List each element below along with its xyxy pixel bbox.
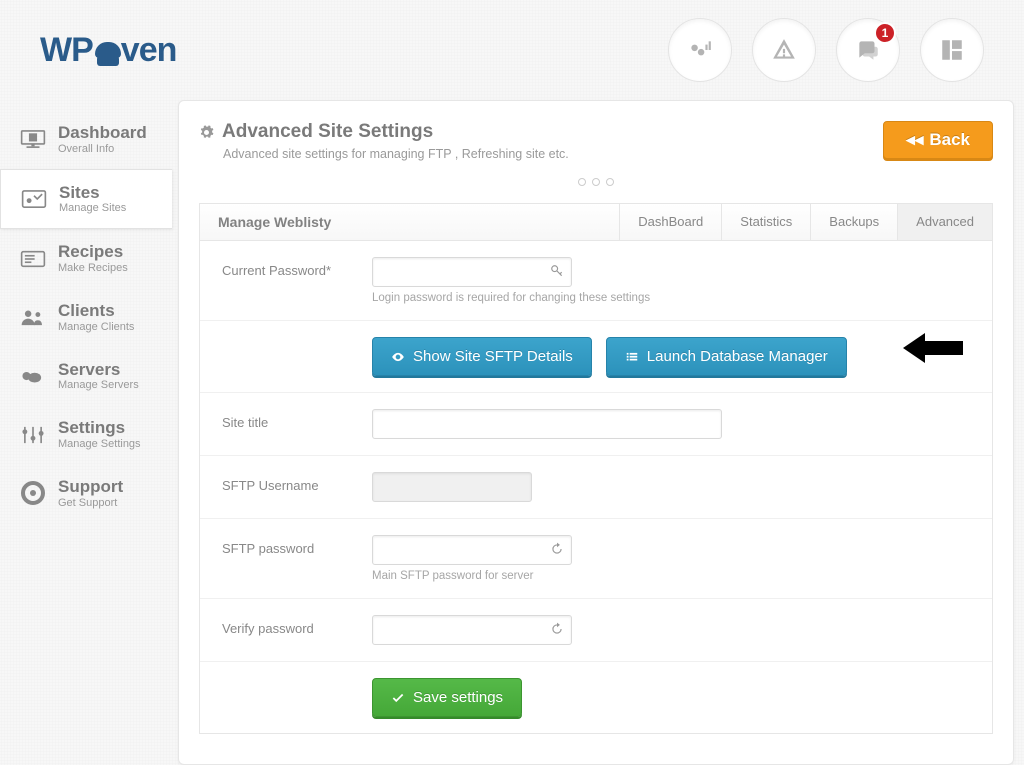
- sidebar-item-sub: Make Recipes: [58, 262, 128, 274]
- back-button[interactable]: ◂◂ Back: [883, 121, 993, 159]
- servers-icon: [20, 364, 46, 388]
- current-password-hint: Login password is required for changing …: [372, 292, 970, 304]
- header-icon-bar: 1: [668, 18, 984, 82]
- sftp-password-label: SFTP password: [222, 535, 372, 556]
- list-icon: [625, 350, 639, 364]
- sidebar-item-sub: Manage Sites: [59, 202, 126, 214]
- tab-advanced[interactable]: Advanced: [897, 204, 992, 240]
- sidebar-item-label: Dashboard: [58, 124, 147, 143]
- header-billing-icon[interactable]: [668, 18, 732, 82]
- sidebar-item-dashboard[interactable]: DashboardOverall Info: [0, 110, 172, 169]
- sidebar-item-label: Servers: [58, 361, 139, 380]
- back-button-label: Back: [929, 130, 970, 150]
- sidebar-item-servers[interactable]: ServersManage Servers: [0, 347, 172, 406]
- page-title: Advanced Site Settings: [222, 121, 433, 143]
- sidebar-item-label: Recipes: [58, 243, 128, 262]
- current-password-input[interactable]: [372, 257, 572, 287]
- chef-hat-icon: [93, 38, 125, 70]
- tab-backups[interactable]: Backups: [810, 204, 897, 240]
- sidebar-item-sites[interactable]: SitesManage Sites: [0, 169, 172, 230]
- header-alert-icon[interactable]: [752, 18, 816, 82]
- current-password-label: Current Password*: [222, 257, 372, 278]
- sidebar-item-label: Clients: [58, 302, 134, 321]
- page-dots: [199, 173, 993, 191]
- check-icon: [391, 691, 405, 705]
- refresh-icon: [550, 542, 564, 556]
- sftp-password-hint: Main SFTP password for server: [372, 570, 970, 582]
- annotation-arrow: [903, 333, 963, 363]
- save-settings-button[interactable]: Save settings: [372, 678, 522, 717]
- brand-logo[interactable]: WP ven: [40, 31, 176, 70]
- settings-form: Current Password* Login password is requ…: [199, 241, 993, 734]
- sidebar-item-label: Settings: [58, 419, 141, 438]
- verify-password-label: Verify password: [222, 615, 372, 636]
- sidebar-item-sub: Manage Clients: [58, 321, 134, 333]
- sidebar-item-support[interactable]: SupportGet Support: [0, 464, 172, 523]
- sidebar-item-sub: Manage Settings: [58, 438, 141, 450]
- sidebar-item-clients[interactable]: ClientsManage Clients: [0, 288, 172, 347]
- tab-statistics[interactable]: Statistics: [721, 204, 810, 240]
- tab-dashboard[interactable]: DashBoard: [619, 204, 721, 240]
- sftp-password-input[interactable]: [372, 535, 572, 565]
- logo-text-a: WP: [40, 31, 93, 70]
- launch-db-button[interactable]: Launch Database Manager: [606, 337, 847, 376]
- show-sftp-button[interactable]: Show Site SFTP Details: [372, 337, 592, 376]
- header-chat-icon[interactable]: 1: [836, 18, 900, 82]
- sidebar-item-sub: Overall Info: [58, 143, 147, 155]
- clients-icon: [20, 305, 46, 329]
- support-icon: [20, 481, 46, 505]
- site-title-input[interactable]: [372, 409, 722, 439]
- dashboard-icon: [20, 127, 46, 151]
- sftp-username-input: [372, 472, 532, 502]
- tabs-bar: Manage Weblisty DashBoard Statistics Bac…: [199, 203, 993, 241]
- logo-text-b: ven: [121, 31, 177, 70]
- notification-badge: 1: [874, 22, 896, 44]
- settings-icon: [20, 423, 46, 447]
- tab-context: Manage Weblisty: [200, 204, 619, 240]
- sites-icon: [21, 187, 47, 211]
- sidebar-item-settings[interactable]: SettingsManage Settings: [0, 405, 172, 464]
- recipes-icon: [20, 247, 46, 271]
- sidebar: DashboardOverall Info SitesManage Sites …: [0, 100, 172, 765]
- sidebar-item-sub: Manage Servers: [58, 379, 139, 391]
- launch-db-label: Launch Database Manager: [647, 348, 828, 365]
- key-icon: [550, 264, 564, 278]
- gear-icon: [199, 125, 214, 140]
- show-sftp-label: Show Site SFTP Details: [413, 348, 573, 365]
- header-grid-icon[interactable]: [920, 18, 984, 82]
- save-settings-label: Save settings: [413, 689, 503, 706]
- refresh-icon: [550, 622, 564, 636]
- sftp-username-label: SFTP Username: [222, 472, 372, 493]
- sidebar-item-sub: Get Support: [58, 497, 123, 509]
- main-panel: Advanced Site Settings Advanced site set…: [178, 100, 1014, 765]
- sidebar-item-label: Sites: [59, 184, 126, 203]
- sidebar-item-label: Support: [58, 478, 123, 497]
- page-subtitle: Advanced site settings for managing FTP …: [223, 147, 569, 161]
- eye-icon: [391, 350, 405, 364]
- sidebar-item-recipes[interactable]: RecipesMake Recipes: [0, 229, 172, 288]
- verify-password-input[interactable]: [372, 615, 572, 645]
- site-title-label: Site title: [222, 409, 372, 430]
- back-arrow-icon: ◂◂: [906, 130, 923, 150]
